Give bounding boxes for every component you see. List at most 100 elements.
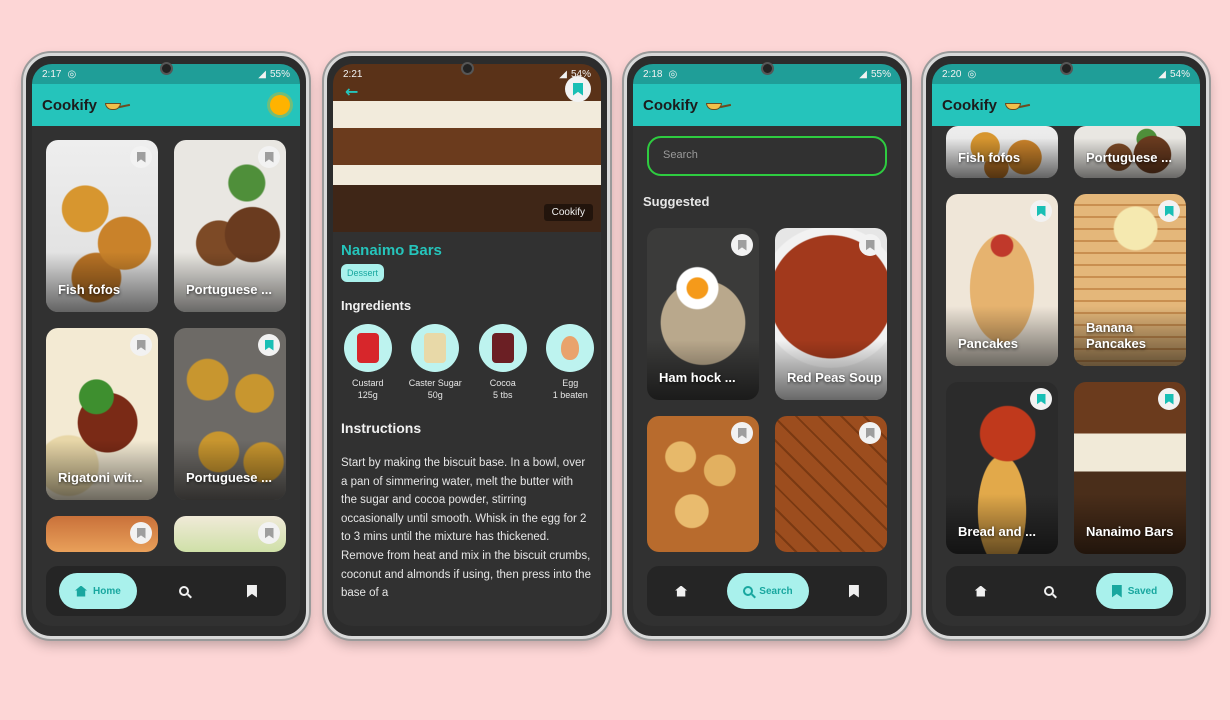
search-icon [743, 586, 754, 596]
ingredient-qty: 50g [427, 389, 443, 400]
nav-search[interactable] [163, 573, 205, 609]
nav-saved[interactable] [833, 573, 875, 609]
nav-search[interactable]: Search [727, 573, 809, 609]
recipe-card[interactable] [46, 516, 158, 552]
recipe-card[interactable]: Rigatoni wit... [46, 328, 158, 500]
recipe-title: Fish fofos [958, 149, 1021, 165]
ingredient-qty: 125g [357, 389, 378, 400]
signal-icon: ◢ [559, 68, 567, 80]
recipe-card[interactable]: Ham hock ... [647, 228, 759, 400]
instructions-heading: Instructions [341, 420, 422, 436]
recipe-title: Red Peas Soup [787, 369, 882, 385]
app-title: Cookify [643, 96, 699, 114]
status-time: 2:17 [42, 68, 62, 80]
nav-saved-label: Saved [1127, 585, 1158, 597]
recipe-grid: Ham hock ... Red Peas Soup [647, 228, 887, 552]
status-time: 2:21 [343, 68, 363, 80]
recipe-card[interactable] [174, 516, 286, 552]
frying-pan-icon [1001, 98, 1031, 112]
bookmark-icon[interactable] [1030, 388, 1052, 410]
bookmark-icon[interactable] [258, 334, 280, 356]
ingredient-item: Cocoa 5 tbs [472, 324, 534, 401]
nav-home[interactable] [659, 573, 703, 609]
instagram-icon: ◎ [668, 68, 678, 80]
recipe-card[interactable]: Pancakes [946, 194, 1058, 366]
ingredients-heading: Ingredients [341, 298, 412, 313]
camera [461, 62, 474, 75]
nav-saved[interactable] [231, 573, 273, 609]
recipe-card[interactable]: Fish fofos [946, 126, 1058, 178]
screen: 2:21 ◢ 54% ← Cookify Nanaimo Bars Dessert… [333, 64, 601, 626]
app-logo: Cookify [942, 97, 1031, 114]
bookmark-icon[interactable] [731, 234, 753, 256]
recipe-title: Rigatoni wit... [58, 469, 143, 485]
category-chip[interactable]: Dessert [341, 264, 385, 282]
recipe-card[interactable]: Portuguese ... [174, 328, 286, 500]
ingredient-name: Cocoa [489, 378, 516, 388]
cocoa-icon [491, 333, 514, 363]
app-title: Cookify [42, 96, 98, 114]
frying-pan-icon [702, 98, 732, 112]
bookmark-icon[interactable] [258, 522, 280, 544]
recipe-title: Portuguese ... [1086, 149, 1172, 165]
battery-level: 54% [570, 68, 591, 80]
home-icon [675, 585, 688, 597]
bookmark-icon[interactable] [1158, 200, 1180, 222]
ingredient-name: Caster Sugar [408, 378, 462, 388]
bookmark-icon[interactable] [258, 146, 280, 168]
recipe-card[interactable]: Portuguese ... [1074, 126, 1186, 178]
nav-search-label: Search [759, 585, 793, 597]
recipe-title: Banana Pancakes [1086, 319, 1146, 351]
ingredient-item: Caster Sugar 50g [405, 324, 467, 401]
app-bar: Cookify [633, 84, 901, 126]
bookmark-icon[interactable] [859, 422, 881, 444]
recipe-card[interactable] [647, 416, 759, 552]
recipe-title: Nanaimo Bars [341, 242, 442, 259]
signal-icon: ◢ [258, 68, 266, 80]
phone-home: 2:17 ◎ ◢ 55% Cookify Fish fofos Portuguese… [23, 53, 309, 639]
home-icon [75, 585, 88, 597]
nav-home[interactable] [959, 573, 1003, 609]
nav-home[interactable]: Home [59, 573, 137, 609]
camera [761, 62, 774, 75]
bookmark-icon[interactable] [1030, 200, 1052, 222]
recipe-title: Ham hock ... [659, 369, 736, 385]
recipe-card[interactable]: Portuguese ... [174, 140, 286, 312]
recipe-card[interactable]: Nanaimo Bars [1074, 382, 1186, 554]
frying-pan-icon [101, 98, 131, 112]
ingredient-name: Custard [351, 378, 384, 388]
home-icon [974, 585, 987, 597]
egg-icon [561, 336, 580, 360]
phone-search: 2:18 ◎ ◢ 55% Cookify Search Suggested Ham … [624, 53, 910, 639]
recipe-title: Bread and ... [958, 523, 1037, 539]
bookmark-icon[interactable] [130, 334, 152, 356]
ingredient-item: Egg 1 beaten [540, 324, 602, 401]
status-time: 2:18 [643, 68, 663, 80]
nav-saved[interactable]: Saved [1095, 573, 1174, 609]
recipe-card[interactable] [775, 416, 887, 552]
ingredient-name: Egg [562, 378, 579, 388]
search-input[interactable]: Search [647, 136, 887, 176]
recipe-card[interactable]: Red Peas Soup [775, 228, 887, 400]
nav-search[interactable] [1028, 573, 1070, 609]
battery-level: 54% [1169, 68, 1190, 80]
bookmark-icon[interactable] [731, 422, 753, 444]
recipe-card[interactable]: Banana Pancakes [1074, 194, 1186, 366]
image-watermark: Cookify [543, 204, 593, 221]
recipe-card[interactable]: Fish fofos [46, 140, 158, 312]
status-time: 2:20 [942, 68, 962, 80]
screen: 2:18 ◎ ◢ 55% Cookify Search Suggested Ham … [633, 64, 901, 626]
custard-icon [356, 333, 379, 363]
ingredient-qty: 1 beaten [552, 389, 588, 400]
sugar-icon [424, 333, 447, 363]
bookmark-icon[interactable] [130, 522, 152, 544]
sun-icon[interactable] [270, 95, 290, 115]
bookmark-icon[interactable] [1158, 388, 1180, 410]
recipe-title: Portuguese ... [186, 469, 272, 485]
app-bar: Cookify [932, 84, 1200, 126]
bookmark-icon [848, 584, 859, 598]
bookmark-icon[interactable] [130, 146, 152, 168]
recipe-card[interactable]: Bread and ... [946, 382, 1058, 554]
bookmark-icon[interactable] [859, 234, 881, 256]
back-arrow-icon[interactable]: ← [345, 82, 358, 101]
